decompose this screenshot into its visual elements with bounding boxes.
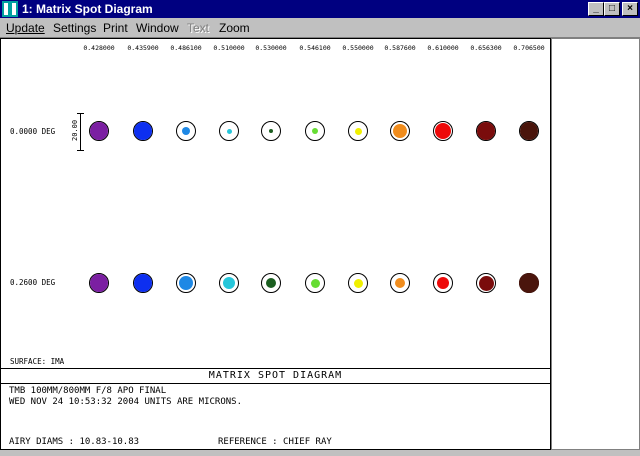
- side-panel: [551, 38, 640, 450]
- scale-bar-label: 20.00: [71, 119, 79, 141]
- menu-print[interactable]: Print: [103, 21, 128, 35]
- ray-spot: [435, 123, 451, 139]
- menu-zoom-label: Zoom: [219, 21, 250, 35]
- wavelength-label: 0.530000: [255, 44, 287, 52]
- close-button[interactable]: ×: [622, 2, 638, 16]
- ray-spot: [312, 128, 318, 134]
- ray-spot: [179, 276, 193, 290]
- info-line-2: WED NOV 24 10:53:32 2004 UNITS ARE MICRO…: [9, 397, 242, 407]
- wavelength-label: 0.546100: [299, 44, 331, 52]
- ray-spot: [478, 275, 494, 291]
- wavelength-label: 0.610000: [427, 44, 459, 52]
- maximize-button[interactable]: □: [604, 2, 620, 16]
- field-label-1: 0.0000 DEG: [10, 127, 56, 136]
- menu-zoom[interactable]: Zoom: [219, 21, 250, 35]
- spot-diagram-canvas[interactable]: 0.428000 0.435900 0.486100 0.510000 0.530000…: [0, 38, 551, 450]
- ray-spot: [90, 274, 108, 292]
- scale-bar-top-tick: [77, 113, 84, 114]
- ray-spot: [310, 278, 320, 288]
- menu-update-label: Update: [6, 21, 45, 35]
- menu-print-label: Print: [103, 21, 128, 35]
- wavelength-label: 0.587600: [384, 44, 416, 52]
- menu-window-label: Window: [136, 21, 179, 35]
- surface-label: SURFACE: IMA: [10, 357, 65, 366]
- ray-spot: [353, 278, 363, 288]
- scale-bar: [80, 113, 81, 151]
- minimize-button[interactable]: _: [588, 2, 604, 16]
- ray-spot: [90, 122, 108, 140]
- menu-text: Text: [187, 21, 209, 35]
- wavelength-label: 0.550000: [342, 44, 374, 52]
- ray-spot: [134, 274, 152, 292]
- ray-spot: [393, 124, 407, 138]
- info-line-1: TMB 100MM/800MM F/8 APO FINAL: [9, 386, 167, 396]
- ray-spot: [395, 278, 405, 288]
- window-bottom-frame: [0, 450, 640, 456]
- wavelength-label: 0.435900: [127, 44, 159, 52]
- reference-info: REFERENCE : CHIEF RAY: [218, 437, 332, 447]
- ray-spot: [182, 127, 190, 135]
- ray-spot: [520, 122, 538, 140]
- menu-update[interactable]: Update: [6, 21, 45, 35]
- app-icon[interactable]: [2, 1, 18, 17]
- divider: [1, 383, 550, 384]
- ray-spot: [477, 122, 495, 140]
- menu-text-label: Text: [187, 21, 210, 35]
- wavelength-label: 0.656300: [470, 44, 502, 52]
- title-bar: 1: Matrix Spot Diagram _ □ ×: [0, 0, 640, 18]
- ray-spot: [226, 128, 232, 134]
- menu-settings[interactable]: Settings: [53, 21, 96, 35]
- airy-diameter: AIRY DIAMS : 10.83-10.83: [9, 437, 140, 447]
- menu-window[interactable]: Window: [136, 21, 179, 35]
- wavelength-label: 0.428000: [83, 44, 115, 52]
- diagram-title: MATRIX SPOT DIAGRAM: [208, 370, 343, 381]
- ray-spot: [134, 122, 152, 140]
- divider: [1, 368, 550, 369]
- ray-spot: [269, 129, 273, 133]
- ray-spot: [519, 273, 539, 293]
- ray-spot: [354, 127, 362, 135]
- ray-spot: [223, 277, 235, 289]
- wavelength-label: 0.486100: [170, 44, 202, 52]
- field-label-2: 0.2600 DEG: [10, 278, 56, 287]
- menu-bar: Update Settings Print Window Text Zoom: [0, 18, 640, 38]
- ray-spot: [437, 277, 449, 289]
- scale-bar-bottom-tick: [77, 150, 84, 151]
- wavelength-label: 0.510000: [213, 44, 245, 52]
- menu-settings-label: Settings: [53, 21, 97, 35]
- wavelength-label: 0.706500: [513, 44, 545, 52]
- window-title: 1: Matrix Spot Diagram: [22, 2, 153, 16]
- ray-spot: [266, 278, 276, 288]
